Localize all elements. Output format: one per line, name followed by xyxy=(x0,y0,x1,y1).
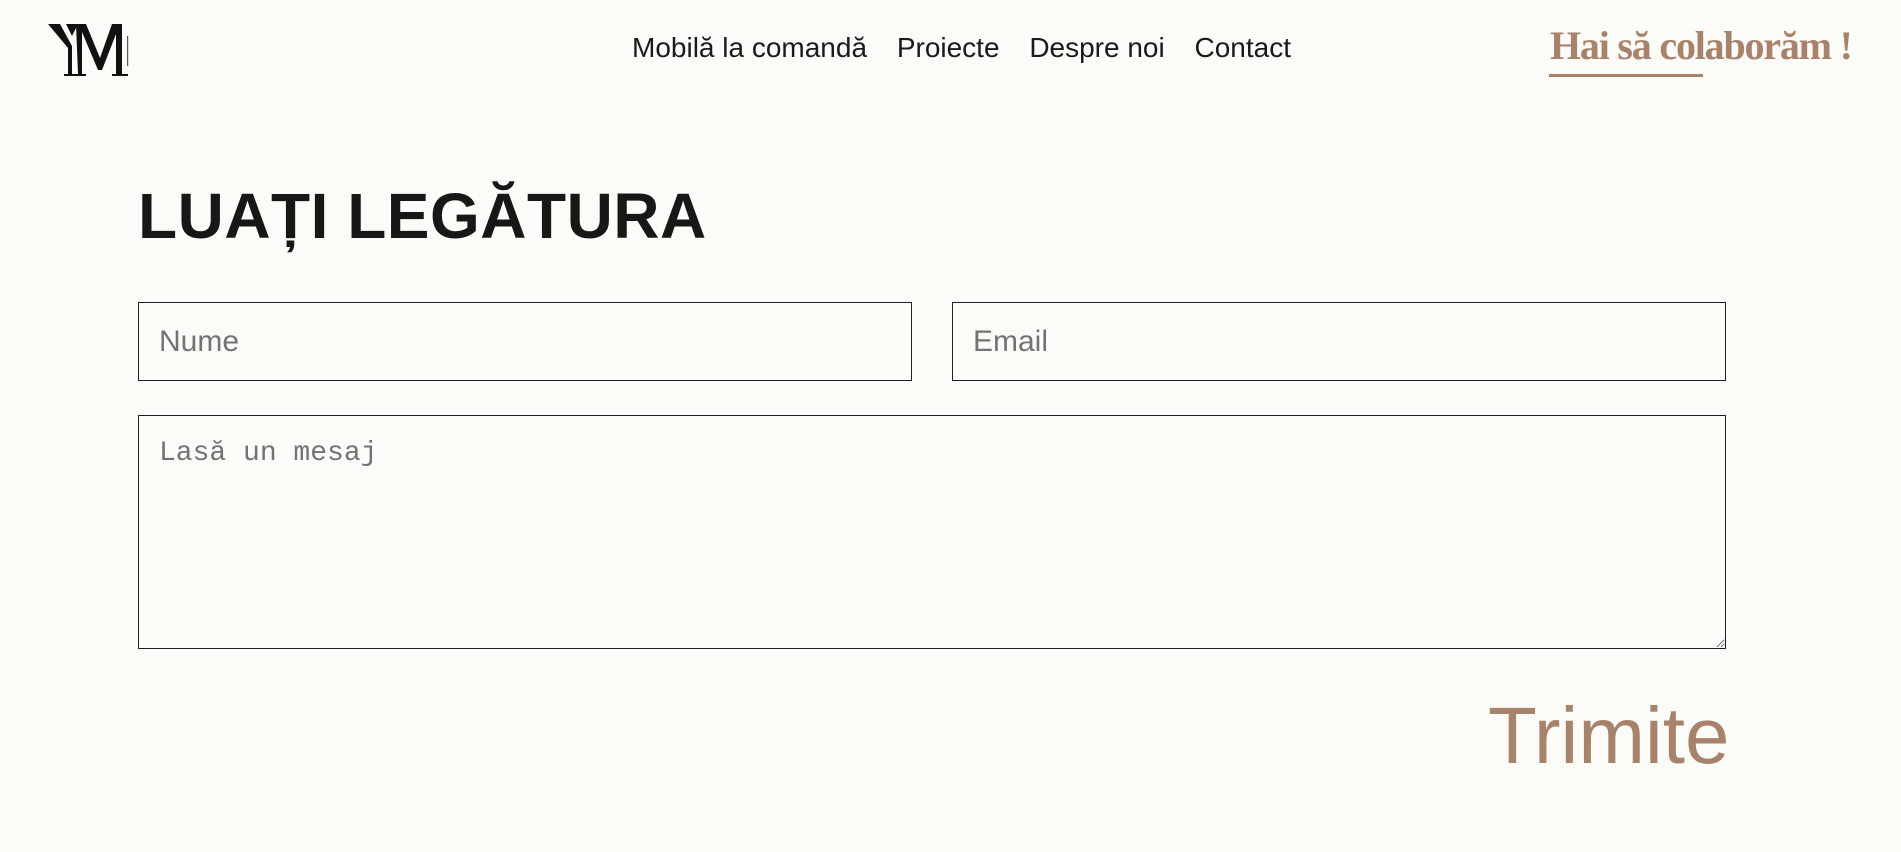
nav-link-mobila-la-comanda[interactable]: Mobilă la comandă xyxy=(632,32,867,63)
brand-logo[interactable] xyxy=(48,22,132,78)
main-nav-links: Mobilă la comandă Proiecte Despre noi Co… xyxy=(621,32,1302,64)
collaborate-cta-link[interactable]: Hai să colaborăm ! xyxy=(1550,22,1853,69)
nav-link-proiecte[interactable]: Proiecte xyxy=(897,32,1000,63)
submit-button[interactable]: Trimite xyxy=(1488,696,1729,776)
page-title: LUAȚI LEGĂTURA xyxy=(138,180,707,252)
page: Mobilă la comandă Proiecte Despre noi Co… xyxy=(0,0,1901,852)
message-textarea[interactable] xyxy=(138,415,1726,649)
ym-logo-icon xyxy=(48,24,129,76)
cta-underline xyxy=(1549,74,1703,77)
email-input[interactable] xyxy=(952,302,1726,381)
nav-link-contact[interactable]: Contact xyxy=(1195,32,1292,63)
name-input[interactable] xyxy=(138,302,912,381)
nav-link-despre-noi[interactable]: Despre noi xyxy=(1029,32,1164,63)
